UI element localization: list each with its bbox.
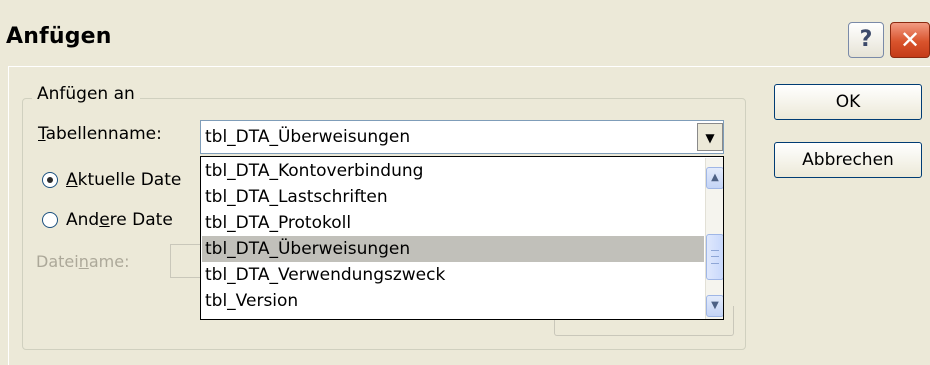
list-item[interactable]: tbl_DTA_Protokoll (202, 210, 704, 236)
dialog-title: Anfügen (6, 24, 112, 49)
list-item[interactable]: tbl_Version (202, 288, 704, 314)
close-button[interactable]: ✕ (890, 22, 930, 58)
list-item[interactable]: tbl_DTA_Verwendungszweck (202, 262, 704, 288)
scroll-up-icon[interactable]: ▲ (706, 167, 723, 189)
table-name-combobox[interactable]: tbl_DTA_Überweisungen ▼ (200, 120, 724, 154)
file-name-label: Dateiname: (36, 252, 130, 271)
radio-current-database-label[interactable]: Aktuelle Date (66, 170, 181, 190)
list-item[interactable]: tbl_DTA_Kontoverbindung (202, 158, 704, 184)
radio-other-database[interactable] (42, 212, 58, 228)
help-button[interactable]: ? (848, 22, 884, 58)
file-name-input (170, 244, 202, 278)
cancel-button[interactable]: Abbrechen (774, 142, 922, 178)
combobox-value: tbl_DTA_Überweisungen (205, 127, 411, 147)
list-item[interactable]: tbl_DTA_Lastschriften (202, 184, 704, 210)
ok-button[interactable]: OK (774, 84, 922, 120)
table-name-label: Tabellenname: (38, 124, 162, 144)
scrollbar-thumb[interactable] (706, 234, 723, 280)
title-bar (0, 0, 930, 66)
radio-current-database[interactable] (42, 172, 58, 188)
dropdown-arrow-icon[interactable]: ▼ (697, 123, 723, 151)
scroll-down-icon[interactable]: ▼ (706, 295, 723, 317)
help-icon: ? (859, 27, 873, 52)
radio-selected-dot (47, 177, 53, 183)
radio-other-database-label[interactable]: Andere Date (66, 210, 173, 230)
list-scrollbar[interactable]: ▲ ▼ (705, 158, 723, 319)
close-icon: ✕ (899, 26, 921, 54)
grip-icon (711, 250, 719, 264)
list-item-selected[interactable]: tbl_DTA_Überweisungen (202, 236, 704, 262)
table-dropdown-list[interactable]: tbl_DTA_Kontoverbindung tbl_DTA_Lastschr… (200, 156, 724, 320)
group-legend: Anfügen an (32, 84, 140, 104)
